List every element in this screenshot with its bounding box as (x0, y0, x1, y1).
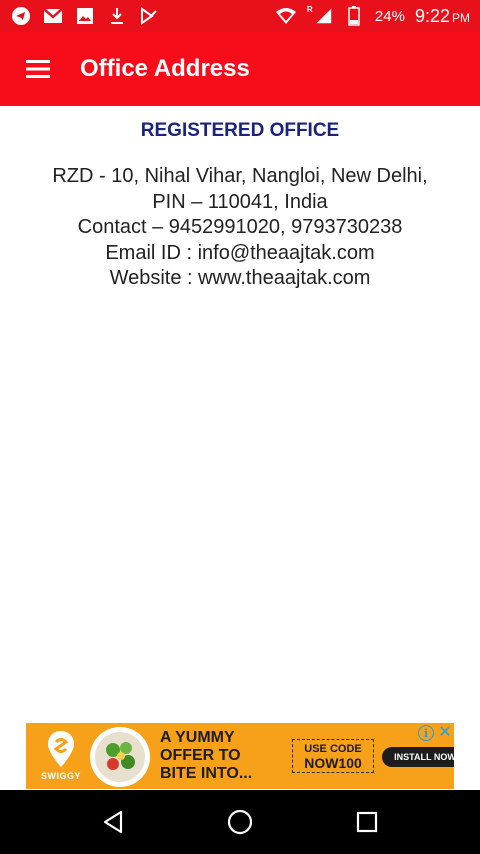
promo-code-box: USE CODE NOW100 (292, 739, 374, 773)
ad-headline-line: A YUMMY (160, 729, 235, 746)
salad-image (90, 727, 150, 787)
recents-icon[interactable] (343, 798, 391, 846)
promo-code-value: NOW100 (304, 755, 362, 771)
website-line: Website : www.theaajtak.com (109, 267, 371, 289)
address-line: RZD - 10, Nihal Vihar, Nangloi, New Delh… (52, 165, 428, 187)
ad-choices: i ✕ (418, 725, 452, 741)
contact-line: Contact – 9452991020, 9793730238 (77, 216, 403, 238)
battery-icon (343, 5, 365, 27)
ad-info-icon[interactable]: i (418, 725, 434, 741)
pin-line: PIN – 110041, India (152, 190, 328, 213)
page-title: Office Address (80, 55, 250, 82)
wifi-icon (275, 5, 297, 27)
download-icon (106, 5, 128, 27)
swiggy-logo: SWIGGY (34, 729, 88, 785)
clock-time: 9:22 (414, 5, 450, 26)
office-address-content: REGISTERED OFFICE RZD - 10, Nihal Vihar,… (0, 106, 480, 722)
ad-headline-line: OFFER TO (160, 747, 241, 764)
notification-icons (10, 5, 160, 27)
hamburger-menu-icon[interactable] (20, 51, 56, 87)
status-bar: R 24% 9:22 PM (0, 0, 480, 32)
install-now-button[interactable]: INSTALL NOW (382, 747, 454, 767)
promo-code-label: USE CODE (304, 743, 362, 755)
clock-ampm: PM (452, 10, 470, 25)
back-icon[interactable] (89, 798, 137, 846)
ad-brand-name: SWIGGY (40, 771, 81, 781)
telegram-icon (10, 5, 32, 27)
image-icon (74, 5, 96, 27)
navigation-bar (0, 790, 480, 854)
ad-headline: A YUMMY OFFER TO BITE INTO... (160, 729, 290, 783)
gmail-icon (42, 5, 64, 27)
app-bar: Office Address (0, 32, 480, 106)
swiggy-logo-icon (48, 731, 74, 767)
ad-headline-line: BITE INTO... (160, 765, 253, 782)
email-line: Email ID : info@theaajtak.com (105, 241, 375, 264)
network-type-label: R (306, 5, 313, 14)
registered-office-heading: REGISTERED OFFICE (140, 120, 340, 141)
ad-close-icon[interactable]: ✕ (438, 725, 452, 741)
home-icon[interactable] (216, 798, 264, 846)
clock: 9:22 PM (415, 6, 470, 27)
ad-banner[interactable]: SWIGGY A YUMMY OFFER TO BITE INTO... USE… (26, 723, 454, 789)
battery-percent: 24% (374, 7, 405, 25)
address-block: RZD - 10, Nihal Vihar, Nangloi, New Delh… (0, 164, 480, 292)
system-icons: R 24% 9:22 PM (275, 5, 470, 27)
signal-icon: R (307, 5, 333, 27)
play-store-icon (138, 5, 160, 27)
